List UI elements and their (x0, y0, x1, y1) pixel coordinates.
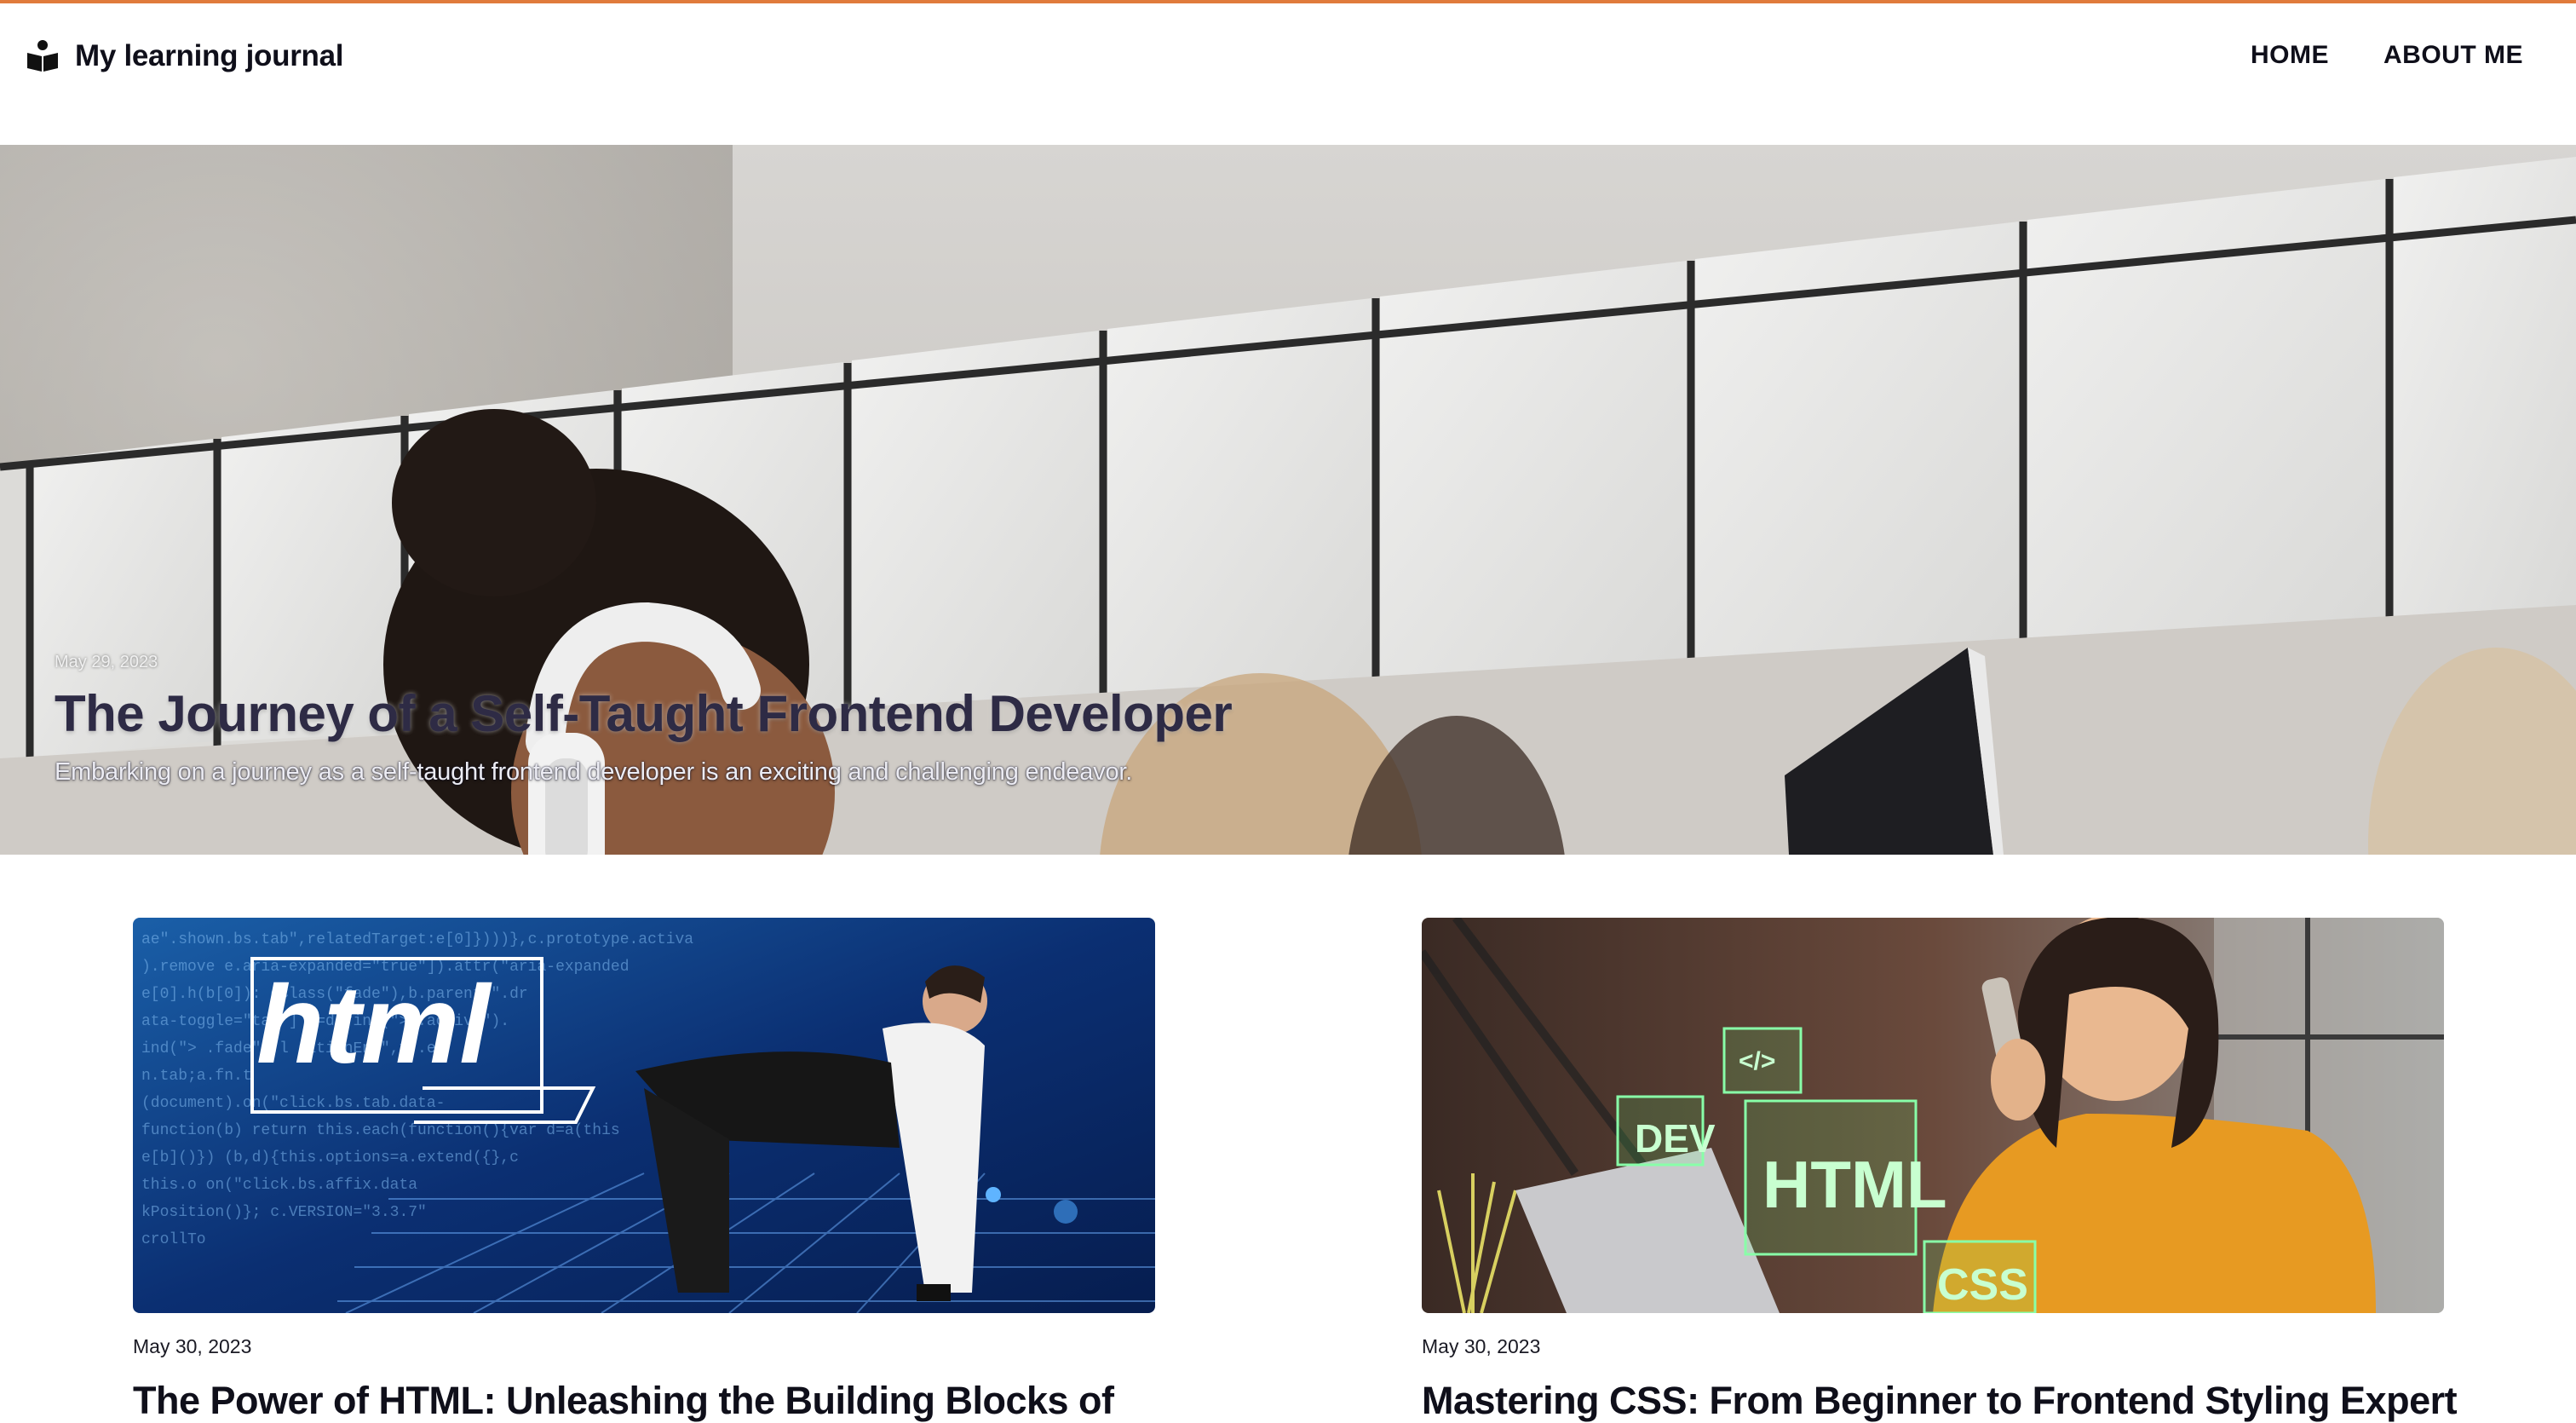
post-thumbnail[interactable]: DEV </> HTML CSS (1422, 918, 2444, 1313)
svg-text:n.tab;a.fn.t: n.tab;a.fn.t (141, 1068, 252, 1085)
nav-home-link[interactable]: HOME (2251, 41, 2329, 70)
post-card[interactable]: DEV </> HTML CSS May 30, 2023 Mastering … (1422, 918, 2458, 1423)
thumbnail-word: html (256, 962, 492, 1086)
hero-excerpt: Embarking on a journey as a self-taught … (55, 758, 1133, 786)
svg-text:crollTo: crollTo (141, 1231, 206, 1248)
svg-text:(document).on("click.bs.tab.da: (document).on("click.bs.tab.data- (141, 1095, 445, 1112)
thumbnail-word: HTML (1762, 1147, 1947, 1222)
site-title: My learning journal (75, 39, 344, 72)
site-logo[interactable]: My learning journal (26, 36, 343, 77)
post-date: May 30, 2023 (133, 1335, 252, 1357)
featured-post-hero[interactable]: May 29, 2023 The Journey of a Self-Taugh… (0, 145, 2576, 855)
nav-about-link[interactable]: ABOUT ME (2383, 41, 2523, 70)
hero-date: May 29, 2023 (55, 653, 158, 671)
main-nav: HOME ABOUT ME (2251, 41, 2523, 70)
post-date: May 30, 2023 (1422, 1335, 1541, 1357)
svg-text:this.o on("click.bs.affix.dat: this.o on("click.bs.affix.data (141, 1177, 417, 1194)
hero-text: May 29, 2023 The Journey of a Self-Taugh… (55, 653, 1233, 786)
reader-icon (27, 40, 58, 72)
hero-title[interactable]: The Journey of a Self-Taught Frontend De… (55, 684, 1233, 743)
svg-text:kPosition()}; c.VERSION="3.3.7: kPosition()}; c.VERSION="3.3.7" (141, 1204, 427, 1221)
svg-text:function(b) return this.each(f: function(b) return this.each(function(){… (141, 1122, 620, 1139)
post-title[interactable]: Mastering CSS: From Beginner to Frontend… (1422, 1379, 2458, 1423)
post-card[interactable]: ae".shown.bs.tab",relatedTarget:e[0]})))… (133, 918, 1155, 1423)
post-title[interactable]: The Power of HTML: Unleashing the Buildi… (133, 1379, 1155, 1423)
thumbnail-word: CSS (1937, 1260, 2028, 1310)
thumbnail-word: </> (1739, 1047, 1775, 1075)
site-header: My learning journal HOME ABOUT ME (0, 3, 2576, 144)
svg-text:e[b]()}) (b,d){this.options=a.: e[b]()}) (b,d){this.options=a.extend({},… (141, 1149, 519, 1167)
thumbnail-word: DEV (1635, 1116, 1716, 1161)
svg-text:ae".shown.bs.tab",relatedTarge: ae".shown.bs.tab",relatedTarget:e[0]})))… (141, 931, 693, 948)
post-thumbnail[interactable]: ae".shown.bs.tab",relatedTarget:e[0]})))… (133, 918, 1155, 1313)
